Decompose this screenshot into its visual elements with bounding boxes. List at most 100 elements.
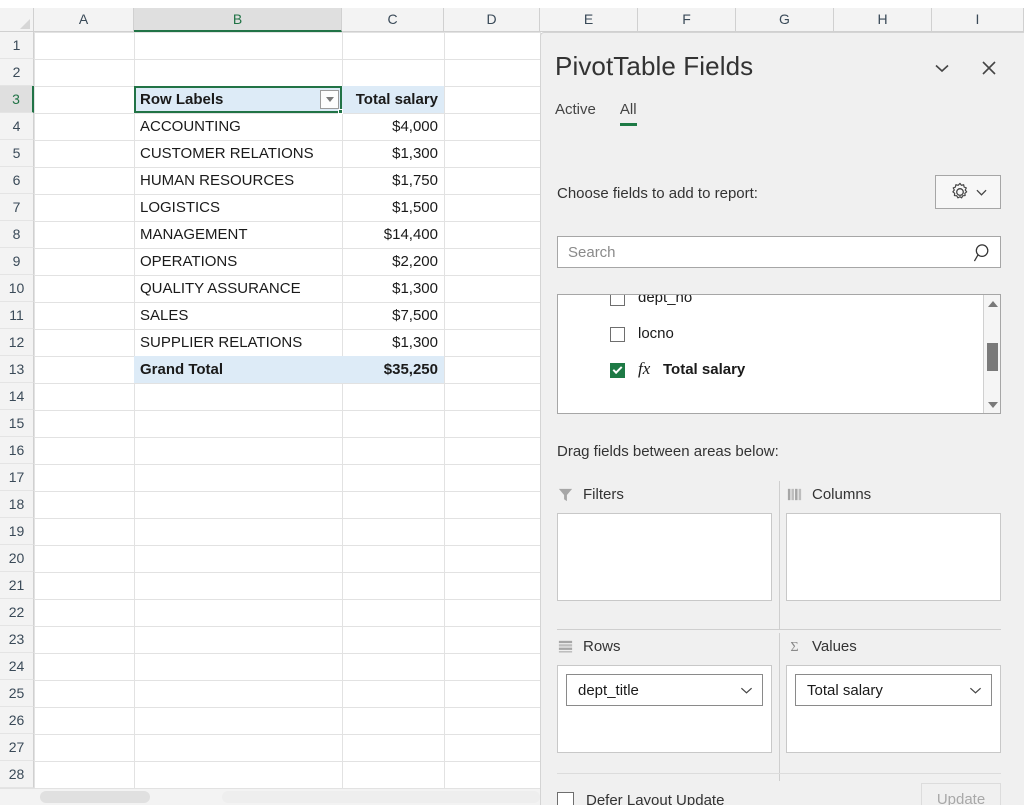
field-search-box[interactable]: [557, 236, 1001, 268]
area-columns[interactable]: Columns: [786, 481, 1001, 601]
pivot-row-label[interactable]: LOGISTICS: [134, 194, 342, 221]
pivot-header-total-salary[interactable]: Total salary: [342, 86, 444, 113]
row-header-20[interactable]: 20: [0, 545, 34, 572]
defer-layout-update-checkbox[interactable]: [557, 792, 574, 805]
row-header-12[interactable]: 12: [0, 329, 34, 356]
row-header-7[interactable]: 7: [0, 194, 34, 221]
pivot-row-value[interactable]: $1,300: [342, 275, 444, 302]
row-header-28[interactable]: 28: [0, 761, 34, 788]
fill-handle[interactable]: [338, 109, 343, 114]
update-button[interactable]: Update: [921, 783, 1001, 805]
pivot-row-label[interactable]: SALES: [134, 302, 342, 329]
close-pane-button[interactable]: [974, 53, 1004, 83]
field-checkbox-checked[interactable]: [610, 363, 625, 378]
row-header-17[interactable]: 17: [0, 464, 34, 491]
column-header-g[interactable]: G: [736, 8, 834, 32]
pivot-row-label[interactable]: CUSTOMER RELATIONS: [134, 140, 342, 167]
row-header-5[interactable]: 5: [0, 140, 34, 167]
column-header-a[interactable]: A: [34, 8, 134, 32]
row-header-21[interactable]: 21: [0, 572, 34, 599]
collapse-pane-button[interactable]: [927, 53, 957, 83]
field-list-tools-button[interactable]: [935, 175, 1001, 209]
row-header-27[interactable]: 27: [0, 734, 34, 761]
pivot-filter-dropdown-button[interactable]: [320, 90, 339, 109]
pivot-row-label[interactable]: ACCOUNTING: [134, 113, 342, 140]
pivot-row-label[interactable]: HUMAN RESOURCES: [134, 167, 342, 194]
row-header-25[interactable]: 25: [0, 680, 34, 707]
area-values-dropzone[interactable]: Total salary: [786, 665, 1001, 753]
grid-hline: [34, 734, 540, 735]
horizontal-scroll-thumb[interactable]: [222, 791, 540, 803]
select-all-corner[interactable]: [0, 8, 34, 32]
scroll-down-arrow-icon[interactable]: [984, 396, 1001, 413]
pivot-row-value[interactable]: $1,500: [342, 194, 444, 221]
row-header-26[interactable]: 26: [0, 707, 34, 734]
pane-tabs: Active All: [555, 101, 637, 126]
pivot-grand-total-value[interactable]: $35,250: [342, 356, 444, 383]
row-header-23[interactable]: 23: [0, 626, 34, 653]
pivot-row-label[interactable]: OPERATIONS: [134, 248, 342, 275]
row-header-13[interactable]: 13: [0, 356, 34, 383]
column-header-d[interactable]: D: [444, 8, 540, 32]
pivot-row-value[interactable]: $1,300: [342, 140, 444, 167]
field-list[interactable]: dept_nolocnofxTotal salary: [557, 294, 1001, 414]
area-rows-dropzone[interactable]: dept_title: [557, 665, 772, 753]
row-header-10[interactable]: 10: [0, 275, 34, 302]
row-header-15[interactable]: 15: [0, 410, 34, 437]
field-checkbox-unchecked[interactable]: [610, 327, 625, 342]
pivot-row-value[interactable]: $1,750: [342, 167, 444, 194]
pivot-row-label[interactable]: MANAGEMENT: [134, 221, 342, 248]
area-filters[interactable]: Filters: [557, 481, 772, 601]
search-input[interactable]: [558, 244, 966, 261]
tab-all[interactable]: All: [620, 101, 637, 126]
column-header-f[interactable]: F: [638, 8, 736, 32]
row-header-8[interactable]: 8: [0, 221, 34, 248]
chevron-down-icon: [740, 686, 753, 695]
sheet-tab-area[interactable]: [40, 791, 150, 803]
row-header-24[interactable]: 24: [0, 653, 34, 680]
pivot-grand-total-label[interactable]: Grand Total: [134, 356, 342, 383]
field-list-scroll-thumb[interactable]: [987, 343, 998, 371]
select-all-triangle-icon: [20, 19, 30, 29]
pivot-row-label[interactable]: QUALITY ASSURANCE: [134, 275, 342, 302]
pivot-row-value[interactable]: $4,000: [342, 113, 444, 140]
row-header-6[interactable]: 6: [0, 167, 34, 194]
column-header-c[interactable]: C: [342, 8, 444, 32]
row-header-4[interactable]: 4: [0, 113, 34, 140]
pivot-row-label[interactable]: SUPPLIER RELATIONS: [134, 329, 342, 356]
pivot-header-row-labels[interactable]: Row Labels: [134, 86, 342, 113]
row-header-18[interactable]: 18: [0, 491, 34, 518]
area-columns-dropzone[interactable]: [786, 513, 1001, 601]
column-header-e[interactable]: E: [540, 8, 638, 32]
row-header-2[interactable]: 2: [0, 59, 34, 86]
row-header-16[interactable]: 16: [0, 437, 34, 464]
area-rows-chip[interactable]: dept_title: [566, 674, 763, 706]
row-header-19[interactable]: 19: [0, 518, 34, 545]
scroll-up-arrow-icon[interactable]: [984, 295, 1001, 312]
row-header-1[interactable]: 1: [0, 32, 34, 59]
area-values-chip[interactable]: Total salary: [795, 674, 992, 706]
column-header-h[interactable]: H: [834, 8, 932, 32]
grid-hline: [34, 410, 540, 411]
field-checkbox-unchecked[interactable]: [610, 294, 625, 306]
grid-hline: [34, 680, 540, 681]
column-header-i[interactable]: I: [932, 8, 1024, 32]
search-icon-wrap[interactable]: [966, 242, 1000, 263]
pivot-row-value[interactable]: $2,200: [342, 248, 444, 275]
field-list-scrollbar[interactable]: [983, 295, 1000, 413]
pivot-row-value[interactable]: $14,400: [342, 221, 444, 248]
area-filters-dropzone[interactable]: [557, 513, 772, 601]
pivottable-fields-pane: PivotTable Fields Active All Choose fiel…: [540, 32, 1024, 805]
row-header-14[interactable]: 14: [0, 383, 34, 410]
row-header-3[interactable]: 3: [0, 86, 34, 113]
column-header-b[interactable]: B: [134, 8, 342, 32]
pivot-row-value[interactable]: $1,300: [342, 329, 444, 356]
row-header-11[interactable]: 11: [0, 302, 34, 329]
row-header-9[interactable]: 9: [0, 248, 34, 275]
horizontal-scrollbar[interactable]: [0, 788, 540, 805]
area-values[interactable]: Σ Values Total salary: [786, 633, 1001, 753]
pivot-row-value[interactable]: $7,500: [342, 302, 444, 329]
tab-active[interactable]: Active: [555, 101, 596, 126]
row-header-22[interactable]: 22: [0, 599, 34, 626]
area-rows[interactable]: Rows dept_title: [557, 633, 772, 753]
